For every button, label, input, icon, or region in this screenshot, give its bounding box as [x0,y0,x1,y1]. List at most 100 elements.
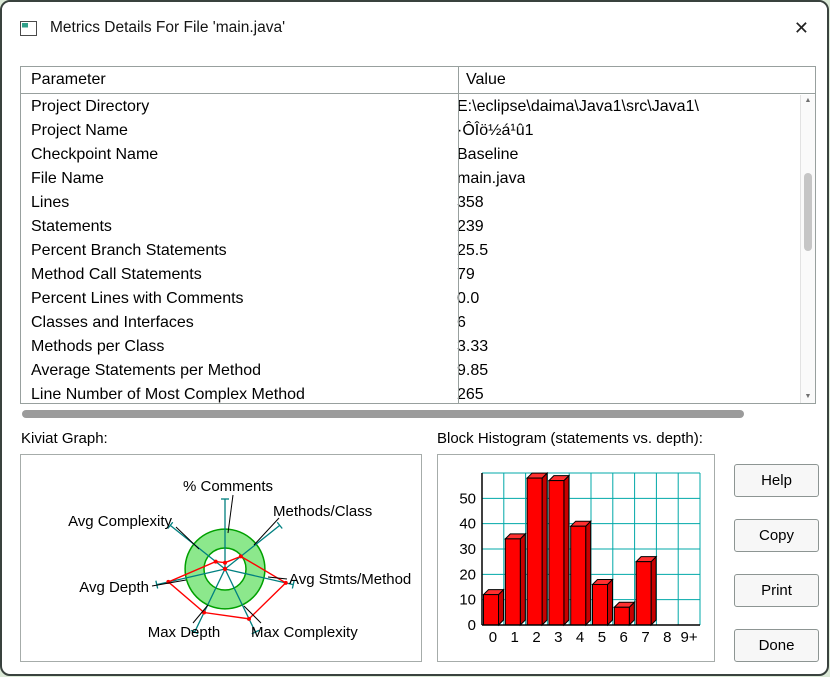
table-body: Project Directory E:\eclipse\daima\Java1\… [21,95,799,403]
y-tick-label: 40 [459,516,476,533]
x-tick-label: 7 [641,629,649,646]
table-row: Method Call Statements 79 [21,263,799,287]
window-icon [20,20,37,36]
table-row: Lines 358 [21,191,799,215]
close-button[interactable]: ✕ [794,19,809,37]
histogram-section-label: Block Histogram (statements vs. depth): [437,430,703,447]
parameter-cell: Method Call Statements [31,266,202,283]
table-row: Checkpoint Name Baseline [21,143,799,167]
value-cell: main.java [457,170,526,187]
parameter-cell: Average Statements per Method [31,362,262,379]
horizontal-scrollbar-thumb[interactable] [22,410,744,418]
scroll-down-icon[interactable]: ▼ [801,391,815,403]
parameter-cell: Statements [31,218,112,235]
kiviat-data-point [283,580,288,585]
histogram-bar-side [541,471,548,627]
metrics-table: Parameter Value Project Directory E:\ecli… [20,66,816,404]
vertical-scrollbar[interactable]: ▲ ▼ [800,95,815,403]
column-header-parameter[interactable]: Parameter [21,67,458,93]
kiviat-graph-panel: % Comments Methods/Class Avg Stmts/Metho… [20,454,422,662]
vertical-scrollbar-thumb[interactable] [804,173,812,251]
table-row: Average Statements per Method 9.85 [21,359,799,383]
kiviat-data-point [246,616,251,621]
table-row: Percent Branch Statements 25.5 [21,239,799,263]
y-tick-label: 50 [459,490,476,507]
table-row: Percent Lines with Comments 0.0 [21,287,799,311]
x-tick-label: 2 [532,629,540,646]
kiviat-center-point [222,566,228,572]
value-cell: 79 [457,266,475,283]
titlebar: Metrics Details For File 'main.java' ✕ [2,2,827,54]
histogram-bar [526,477,543,626]
parameter-cell: Line Number of Most Complex Method [31,386,305,403]
kiviat-axis-label-max-depth: Max Depth [148,624,221,641]
block-histogram: 010203040500 1 2 3 4 5 6 7 8 9+ [459,471,701,646]
value-cell: 9.85 [457,362,489,379]
histogram-bar [635,561,652,626]
done-button[interactable]: Done [734,629,819,662]
parameter-cell: Lines [31,194,70,211]
value-cell: 239 [457,218,484,235]
parameter-cell: Project Directory [31,98,150,115]
x-tick-label: 0 [489,629,497,646]
histogram-bar-side [607,578,613,627]
x-tick-label: 9+ [681,629,698,646]
table-row: Methods per Class 3.33 [21,335,799,359]
parameter-cell: File Name [31,170,104,187]
column-header-value[interactable]: Value [458,67,506,93]
metrics-details-dialog: Metrics Details For File 'main.java' ✕ P… [0,0,829,676]
block-histogram-panel: 0 10 20 30 40 50 0 1 2 3 4 5 6 7 8 9+ [437,454,715,662]
x-tick-label: 3 [554,629,562,646]
scroll-up-icon[interactable]: ▲ [801,95,815,107]
y-tick-label: 20 [459,566,476,583]
histogram-bar-side [498,588,504,627]
parameter-cell: Percent Lines with Comments [31,290,244,307]
table-header: Parameter Value [21,67,815,94]
kiviat-axis-label-avg-complexity: Avg Complexity [68,513,172,530]
value-cell: 25.5 [457,242,489,259]
value-cell: ·ÔÎö½á¹û1 [457,122,534,139]
parameter-cell: Percent Branch Statements [31,242,227,259]
x-tick-label: 1 [511,629,519,646]
table-row: Classes and Interfaces 6 [21,311,799,335]
parameter-cell: Methods per Class [31,338,165,355]
value-cell: 358 [457,194,484,211]
kiviat-axis-label-avg-depth: Avg Depth [79,579,149,596]
table-row: Line Number of Most Complex Method 265 [21,383,799,403]
parameter-cell: Classes and Interfaces [31,314,194,331]
y-tick-label: 0 [468,617,476,634]
x-tick-label: 5 [598,629,606,646]
y-tick-label: 10 [459,592,476,609]
y-tick-label: 30 [459,541,476,558]
kiviat-graph: % Comments Methods/Class Avg Stmts/Metho… [68,478,411,641]
histogram-bar-side [650,555,657,627]
value-cell: 3.33 [457,338,489,355]
kiviat-data-point [213,559,218,564]
histogram-bar-side [563,474,570,627]
value-cell: 6 [457,314,466,331]
kiviat-data-point [238,554,243,559]
histogram-bar [592,583,608,626]
histogram-bar [483,594,499,626]
kiviat-axis-label-methods-class: Methods/Class [273,503,372,520]
kiviat-axis-label-avg-stmts: Avg Stmts/Method [289,571,411,588]
kiviat-section-label: Kiviat Graph: [21,430,108,447]
histogram-bar [613,606,630,626]
help-button[interactable]: Help [734,464,819,497]
copy-button[interactable]: Copy [734,519,819,552]
x-tick-label: 4 [576,629,584,646]
histogram-bar [548,480,565,626]
kiviat-data-point [223,560,227,565]
histogram-bar [570,525,587,626]
horizontal-scrollbar[interactable] [20,407,816,420]
histogram-bar-side [585,519,592,627]
table-row: Project Name ·ÔÎö½á¹û1 [21,119,799,143]
print-button[interactable]: Print [734,574,819,607]
column-separator [458,67,459,403]
window-title: Metrics Details For File 'main.java' [50,19,286,36]
x-tick-label: 8 [663,629,671,646]
value-cell: E:\eclipse\daima\Java1\src\Java1\ [457,98,699,115]
table-row: File Name main.java [21,167,799,191]
kiviat-axis-label-max-complexity: Max Complexity [251,624,358,641]
x-tick-label: 6 [620,629,628,646]
